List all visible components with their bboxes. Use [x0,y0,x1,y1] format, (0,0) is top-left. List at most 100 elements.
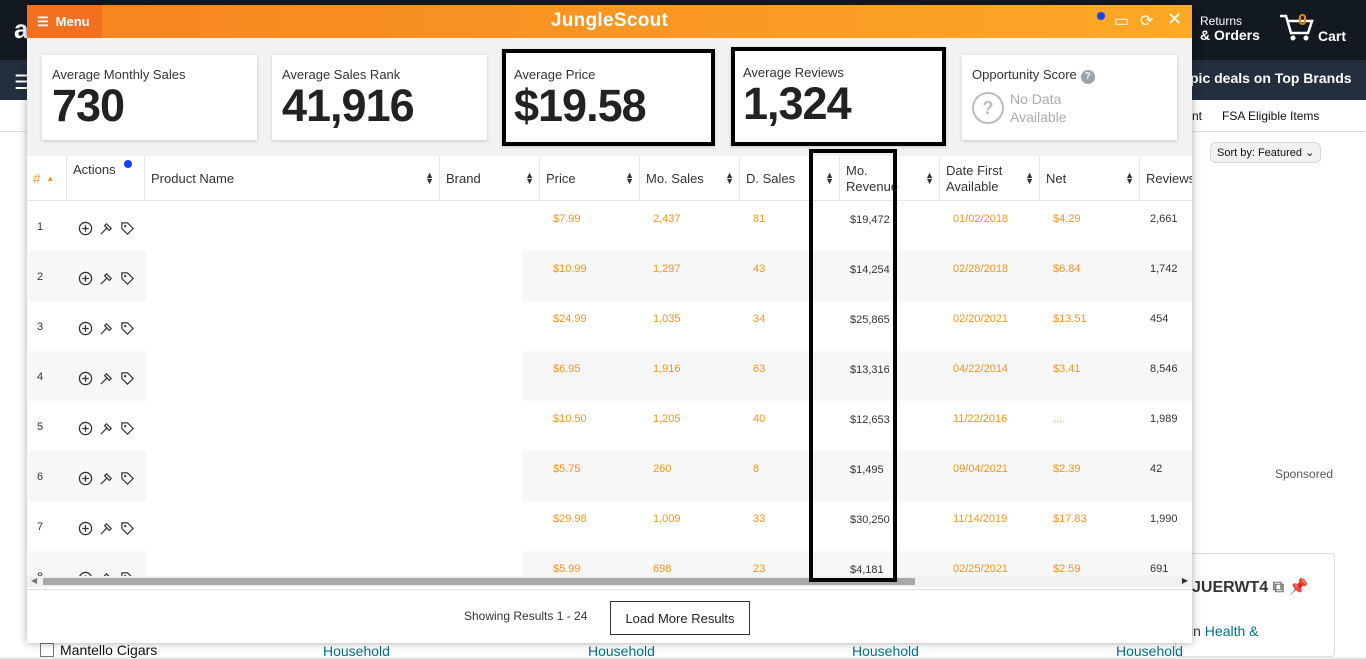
tracker-icon[interactable] [99,371,114,389]
stat-value: 1,324 [743,78,852,129]
add-icon[interactable] [78,371,93,389]
cart-link[interactable]: 0 Cart [1278,12,1346,45]
cell-rank: 1 [37,221,44,233]
minimize-icon[interactable]: ▭ [1114,11,1129,31]
refresh-icon[interactable]: ⟳ [1140,11,1153,31]
cell-mo-sales: 1,009 [653,513,681,525]
returns-orders-link[interactable]: Returns & Orders [1200,14,1260,43]
cell-mo-revenue: $14,254 [850,264,890,276]
sort-icon: ▲ ▼ [625,170,634,186]
tag-icon[interactable] [120,271,135,289]
tag-icon[interactable] [120,221,135,239]
cell-mo-sales: 2,437 [653,213,681,225]
sponsored-label: Sponsored [1275,467,1334,481]
cell-reviews: 691 [1150,563,1169,575]
junglescout-panel: ☰ Menu JungleScout ▭ ⟳ ✕ Average Monthly… [27,5,1192,643]
add-icon[interactable] [78,321,93,339]
category-link[interactable]: Health & [1205,623,1259,639]
tracker-icon[interactable] [99,321,114,339]
cell-date-first-available: 11/22/2016 [953,413,1008,425]
cell-rank: 4 [37,371,44,383]
col-label-line2: Available [946,178,999,194]
cell-net: ... [1053,413,1063,425]
results-count: Showing Results 1 - 24 [464,609,588,623]
col-d-sales[interactable]: D. Sales ▲ ▼ [740,156,840,201]
tag-icon[interactable] [120,321,135,339]
brand-filter-mantello[interactable]: Mantello Cigars [40,642,157,658]
deals-banner[interactable]: pic deals on Top Brands [1190,70,1352,86]
col-num[interactable]: # ▲ [27,156,67,201]
tracker-icon[interactable] [99,421,114,439]
stat-opportunity-score: Opportunity Score? ? No Data Available [962,55,1177,140]
table-row[interactable]: 3 $24.99 1,035 34 $25,865 02/20/2021 $13.51 454 [27,301,1192,351]
col-mo-revenue[interactable]: Mo. Revenue ▲ ▼ [840,156,940,201]
cell-rank: 6 [37,471,44,483]
add-icon[interactable] [78,471,93,489]
product-name-cell[interactable] [146,501,523,551]
help-icon[interactable]: ? [1080,70,1095,84]
cell-d-sales: 43 [753,263,766,275]
tracker-icon[interactable] [99,271,114,289]
subnav-link[interactable]: nt [1192,109,1202,123]
checkbox[interactable] [40,643,54,657]
cell-price: $10.99 [553,263,587,275]
load-more-button[interactable]: Load More Results [610,601,750,635]
tag-icon[interactable] [120,521,135,539]
tracker-icon[interactable] [99,221,114,239]
scroll-right-icon[interactable]: ▶ [1182,576,1188,585]
tag-icon[interactable] [120,471,135,489]
product-name-cell[interactable] [146,451,523,501]
row-actions [78,521,135,539]
pin-icon[interactable]: 📌 [1289,579,1309,596]
subnav-link-fsa[interactable]: FSA Eligible Items [1222,109,1319,123]
tracker-icon[interactable] [99,521,114,539]
add-icon[interactable] [78,421,93,439]
sort-by-dropdown[interactable]: Sort by: Featured ⌄ [1210,142,1322,163]
col-date-first-available[interactable]: Date First Available ▲ ▼ [940,156,1040,201]
add-icon[interactable] [78,221,93,239]
col-product-name[interactable]: Product Name ▲ ▼ [145,156,440,201]
table-row[interactable]: 4 $6.95 1,916 63 $13,316 04/22/2014 $3.41 8,546 [27,351,1192,401]
product-name-cell[interactable] [146,351,523,401]
js-header: ☰ Menu JungleScout ▭ ⟳ ✕ [27,5,1192,38]
product-name-cell[interactable] [146,401,523,451]
product-name-cell[interactable] [146,301,523,351]
cell-d-sales: 81 [753,213,766,225]
product-name-cell[interactable] [146,251,523,301]
cell-date-first-available: 04/22/2014 [953,363,1009,375]
table-row[interactable]: 6 $5.75 260 8 $1,495 09/04/2021 $2.39 42 [27,451,1192,501]
horizontal-scrollbar[interactable]: ◀ ▶ [27,576,1192,587]
table-row[interactable]: 2 $10.99 1,297 43 $14,254 02/28/2018 $6.84 1,74… [27,251,1192,301]
row-actions [78,271,135,289]
tag-icon[interactable] [120,371,135,389]
col-net[interactable]: Net ▲ ▼ [1040,156,1140,201]
add-icon[interactable] [78,271,93,289]
cell-mo-revenue: $1,495 [850,464,884,476]
col-brand[interactable]: Brand ▲ ▼ [440,156,540,201]
cell-mo-sales: 698 [653,563,672,575]
scroll-left-icon[interactable]: ◀ [31,576,37,585]
cell-rank: 7 [37,521,44,533]
tag-icon[interactable] [120,421,135,439]
sort-icon: ▲ ▼ [1125,170,1134,186]
cell-mo-sales: 1,035 [653,313,681,325]
col-reviews[interactable]: Reviews [1140,156,1192,201]
cell-net: $4.29 [1053,213,1081,225]
col-price[interactable]: Price ▲ ▼ [540,156,640,201]
product-name-cell[interactable] [146,201,523,251]
table-row[interactable]: 5 $10.50 1,205 40 $12,653 11/22/2016... 1,989 [27,401,1192,451]
close-icon[interactable]: ✕ [1167,9,1182,30]
copy-icon[interactable]: ⧉ [1273,579,1284,596]
cell-net: $3.41 [1053,363,1081,375]
add-icon[interactable] [78,521,93,539]
col-mo-sales[interactable]: Mo. Sales ▲ ▼ [640,156,740,201]
cell-mo-sales: 1,916 [653,363,681,375]
table-row[interactable]: 8 $5.99 698 23 $4,181 02/25/2021 $2.59 691 [27,551,1192,579]
cell-reviews: 42 [1150,463,1163,475]
row-actions [78,421,135,439]
table-row[interactable]: 7 $29.98 1,009 33 $30,250 11/14/2019 $17.83 1,9… [27,501,1192,551]
scrollbar-thumb[interactable] [43,578,915,585]
tracker-icon[interactable] [99,471,114,489]
product-name-cell[interactable] [146,551,523,579]
table-row[interactable]: 1 $7.99 2,437 81 $19,472 01/02/2018 $4.29 2,661 [27,201,1192,251]
